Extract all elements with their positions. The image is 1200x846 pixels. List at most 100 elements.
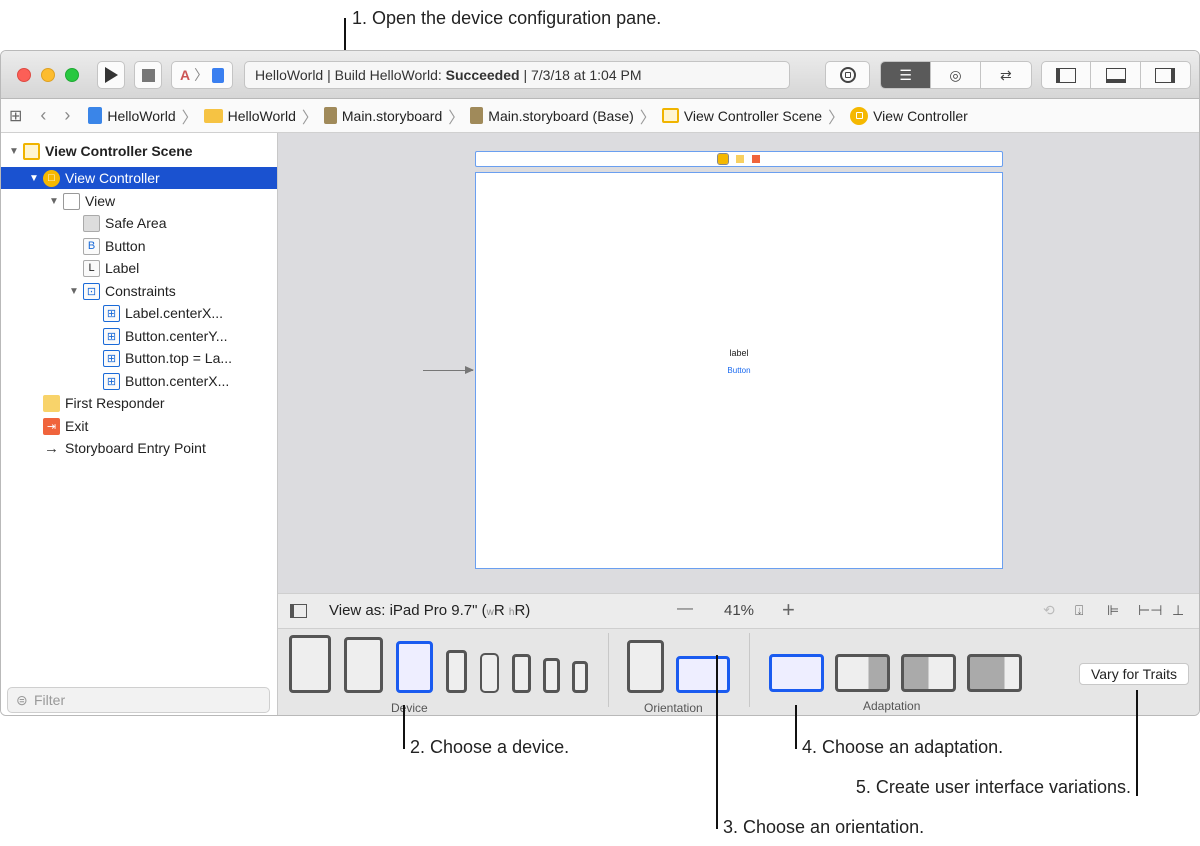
- button-element[interactable]: Button: [476, 366, 1002, 375]
- annotation-1: 1. Open the device configuration pane.: [352, 8, 662, 28]
- outline-item[interactable]: L Label: [1, 257, 277, 279]
- debug-toggle-button[interactable]: [1091, 62, 1141, 88]
- editor-mode-segment: ☰ ◎ ⇄: [880, 61, 1032, 89]
- device-iphone-x[interactable]: [480, 653, 499, 693]
- align-icon[interactable]: ⊫: [1107, 602, 1119, 619]
- outline-item-label: First Responder: [65, 395, 165, 411]
- activity-status: HelloWorld | Build HelloWorld: Succeeded…: [244, 61, 790, 89]
- breadcrumb-storyboard-base[interactable]: Main.storyboard (Base): [470, 107, 634, 124]
- resolve-issues-icon[interactable]: ⊥: [1172, 602, 1184, 619]
- disclosure-triangle-icon[interactable]: ▼: [29, 173, 43, 184]
- view-controller-scene[interactable]: label Button: [475, 172, 1003, 569]
- outline-item[interactable]: ▼ View: [1, 190, 277, 212]
- orientation-portrait[interactable]: [627, 640, 664, 693]
- scene-dock[interactable]: [475, 151, 1003, 167]
- button-icon: B: [83, 237, 100, 255]
- outline-item[interactable]: ⊞ Button.centerY...: [1, 325, 277, 347]
- divider: [608, 633, 609, 707]
- embed-in-stack-icon[interactable]: ⍗: [1075, 602, 1083, 619]
- zoom-in-button[interactable]: +: [782, 597, 795, 623]
- outline-item[interactable]: ⇥ Exit: [1, 415, 277, 437]
- right-panel-icon: [1155, 67, 1176, 83]
- scheme-selector[interactable]: A 〉: [171, 61, 233, 89]
- outline-item[interactable]: ⊞ Button.centerX...: [1, 370, 277, 392]
- breadcrumb-label: Main.storyboard: [341, 107, 443, 124]
- divider: [749, 633, 750, 707]
- add-constraints-icon[interactable]: ⊢⊣: [1138, 602, 1162, 619]
- zoom-level: 41%: [724, 602, 755, 619]
- storyboard-canvas[interactable]: label Button: [278, 133, 1199, 593]
- orientation-landscape-selected[interactable]: [676, 656, 730, 693]
- toggle-outline-icon[interactable]: [290, 604, 307, 618]
- outline-item[interactable]: ▼ View Controller Scene: [1, 140, 277, 162]
- zoom-window-button[interactable]: [65, 68, 79, 82]
- forward-button[interactable]: ›: [64, 105, 70, 126]
- constraint-icon: ⊞: [103, 304, 120, 322]
- first-responder-dock-icon[interactable]: [736, 155, 744, 163]
- minimize-window-button[interactable]: [41, 68, 55, 82]
- assistant-editor-button[interactable]: ◎: [931, 62, 981, 88]
- outline-item[interactable]: ⊞ Button.top = La...: [1, 347, 277, 369]
- outline-item[interactable]: ⊞ Label.centerX...: [1, 302, 277, 324]
- view-controller-dock-icon[interactable]: [717, 153, 729, 165]
- update-frames-icon[interactable]: ⟲: [1043, 602, 1055, 619]
- device-iphone-4s[interactable]: [572, 661, 588, 693]
- breadcrumb-view-controller[interactable]: View Controller: [850, 106, 968, 125]
- canvas-bottom-bar: View as: iPad Pro 9.7" (wR hR) — 41% + ⟲…: [278, 593, 1199, 629]
- status-time: | 7/3/18 at 1:04 PM: [519, 67, 642, 83]
- outline-item-label: View Controller Scene: [45, 143, 193, 159]
- scene-icon: [661, 108, 679, 123]
- breadcrumb-storyboard[interactable]: Main.storyboard: [323, 107, 443, 124]
- stop-button[interactable]: [134, 61, 162, 89]
- related-items-icon[interactable]: ⊞: [9, 106, 22, 126]
- adaptation-half[interactable]: [901, 654, 956, 692]
- ipad-destination-icon: [212, 67, 225, 83]
- callout-line-2: [403, 705, 405, 749]
- close-window-button[interactable]: [17, 68, 31, 82]
- zoom-out-button[interactable]: —: [677, 600, 693, 618]
- device-iphone-8-plus[interactable]: [446, 650, 467, 693]
- device-iphone-8[interactable]: [512, 654, 531, 693]
- project-icon: [88, 107, 103, 124]
- filter-icon: ⊜: [16, 692, 28, 708]
- breadcrumb-scene[interactable]: View Controller Scene: [661, 108, 822, 124]
- run-button[interactable]: [97, 61, 125, 89]
- filter-input[interactable]: ⊜ Filter: [7, 687, 270, 713]
- adaptation-one-third[interactable]: [967, 654, 1022, 692]
- outline-item[interactable]: First Responder: [1, 392, 277, 414]
- inspector-toggle-button[interactable]: [1141, 62, 1190, 88]
- standard-editor-button[interactable]: ☰: [881, 62, 932, 88]
- stop-icon: [141, 68, 155, 82]
- vary-for-traits-button[interactable]: Vary for Traits: [1079, 663, 1189, 685]
- navigator-toggle-button[interactable]: [1042, 62, 1092, 88]
- device-ipad-pro-12-9[interactable]: [289, 635, 331, 693]
- disclosure-triangle-icon[interactable]: ▼: [9, 146, 23, 157]
- outline-item[interactable]: ▼ □ View Controller: [1, 167, 277, 189]
- view-as-button[interactable]: View as: iPad Pro 9.7" (wR hR): [329, 602, 530, 619]
- label-element[interactable]: label: [476, 348, 1002, 358]
- breadcrumb-label: Main.storyboard (Base): [488, 107, 634, 124]
- chevron-right-icon: 〉: [828, 109, 845, 127]
- exit-dock-icon[interactable]: [752, 155, 760, 163]
- outline-item[interactable]: B Button: [1, 235, 277, 257]
- filter-placeholder: Filter: [34, 692, 66, 708]
- adaptation-two-thirds[interactable]: [835, 654, 890, 692]
- breadcrumb-folder[interactable]: HelloWorld: [203, 108, 296, 124]
- device-iphone-se[interactable]: [543, 658, 560, 693]
- adaptation-full-screen-selected[interactable]: [769, 654, 824, 692]
- back-button[interactable]: ‹: [40, 105, 46, 126]
- outline-item-label: Label.centerX...: [125, 305, 224, 321]
- status-text: HelloWorld | Build HelloWorld:: [255, 67, 446, 83]
- device-ipad-pro-10-5[interactable]: [344, 637, 383, 693]
- outline-item[interactable]: Safe Area: [1, 212, 277, 234]
- outline-item[interactable]: → Storyboard Entry Point: [1, 437, 277, 459]
- disclosure-triangle-icon[interactable]: ▼: [69, 286, 83, 297]
- annotation-4: 4. Choose an adaptation.: [802, 737, 1004, 757]
- version-editor-button[interactable]: ⇄: [981, 62, 1031, 88]
- outline-item[interactable]: ▼ ⊡ Constraints: [1, 280, 277, 302]
- breadcrumb-project[interactable]: HelloWorld: [88, 107, 176, 124]
- device-ipad-pro-9-7-selected[interactable]: [396, 641, 433, 693]
- disclosure-triangle-icon[interactable]: ▼: [49, 196, 63, 207]
- xcode-window: A 〉 HelloWorld | Build HelloWorld: Succee…: [0, 50, 1200, 716]
- breakpoints-button[interactable]: [825, 61, 870, 89]
